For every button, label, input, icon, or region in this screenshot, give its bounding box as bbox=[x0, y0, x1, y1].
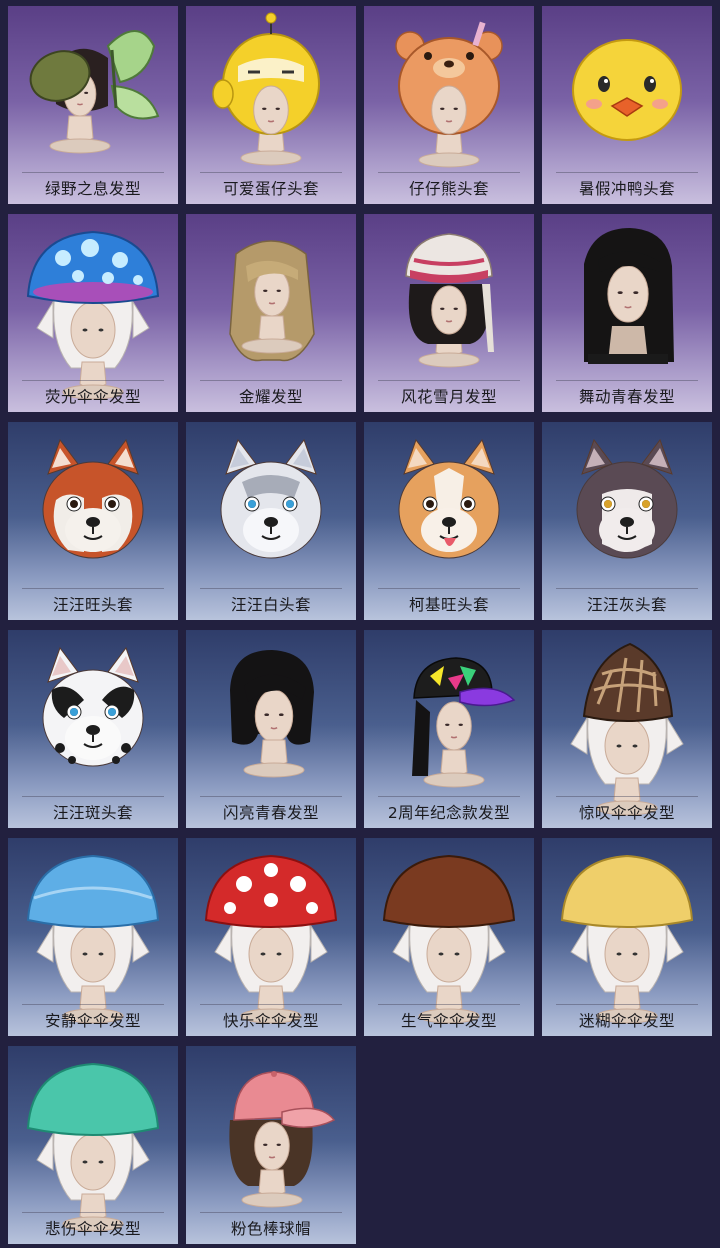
item-name: 可爱蛋仔头套 bbox=[222, 180, 319, 198]
item-card[interactable]: 生气伞伞发型 bbox=[364, 838, 534, 1036]
card-divider bbox=[556, 588, 698, 589]
item-card[interactable]: 金耀发型 bbox=[186, 214, 356, 412]
item-card[interactable]: 暑假冲鸭头套 bbox=[542, 6, 712, 204]
item-card[interactable]: 闪亮青春发型 bbox=[186, 630, 356, 828]
item-name: 荧光伞伞发型 bbox=[44, 388, 141, 406]
glow-mushroom-icon bbox=[26, 230, 160, 400]
item-card[interactable]: 舞动青春发型 bbox=[542, 214, 712, 412]
card-divider bbox=[200, 380, 342, 381]
duck-head-icon bbox=[572, 39, 682, 141]
anniversary-cap-icon bbox=[412, 657, 516, 788]
item-card[interactable]: 悲伤伞伞发型 bbox=[8, 1046, 178, 1244]
yellow-mushroom-icon bbox=[560, 854, 694, 1024]
yellow-egg-hood-icon bbox=[212, 12, 320, 166]
item-name: 安静伞伞发型 bbox=[44, 1012, 141, 1030]
card-divider bbox=[556, 380, 698, 381]
white-husky-head-icon bbox=[220, 438, 322, 559]
item-card[interactable]: 汪汪斑头套 bbox=[8, 630, 178, 828]
item-card[interactable]: 汪汪灰头套 bbox=[542, 422, 712, 620]
card-divider bbox=[378, 796, 520, 797]
item-card[interactable]: 粉色棒球帽 bbox=[186, 1046, 356, 1244]
dalmatian-head-icon bbox=[42, 646, 144, 767]
item-name: 金耀发型 bbox=[238, 388, 303, 406]
card-divider bbox=[22, 1004, 164, 1005]
item-name: 汪汪斑头套 bbox=[52, 804, 133, 822]
card-divider bbox=[556, 1004, 698, 1005]
item-card[interactable]: 迷糊伞伞发型 bbox=[542, 838, 712, 1036]
item-name: 快乐伞伞发型 bbox=[222, 1012, 319, 1030]
item-card[interactable]: 荧光伞伞发型 bbox=[8, 214, 178, 412]
item-card[interactable]: 惊叹伞伞发型 bbox=[542, 630, 712, 828]
item-name: 汪汪白头套 bbox=[230, 596, 311, 614]
card-divider bbox=[556, 796, 698, 797]
card-divider bbox=[22, 380, 164, 381]
item-name: 舞动青春发型 bbox=[578, 388, 675, 406]
item-card[interactable]: 安静伞伞发型 bbox=[8, 838, 178, 1036]
brown-mushroom-icon bbox=[382, 854, 516, 1024]
card-divider bbox=[378, 380, 520, 381]
card-divider bbox=[378, 1004, 520, 1005]
item-card[interactable]: 2周年纪念款发型 bbox=[364, 630, 534, 828]
item-name: 仔仔熊头套 bbox=[408, 180, 489, 198]
card-divider bbox=[22, 796, 164, 797]
butterfly-hair-icon bbox=[29, 30, 160, 154]
golden-long-hair-icon bbox=[229, 240, 315, 362]
card-divider bbox=[378, 172, 520, 173]
item-name: 悲伤伞伞发型 bbox=[44, 1220, 141, 1238]
bear-hood-icon bbox=[395, 21, 503, 168]
card-divider bbox=[22, 172, 164, 173]
item-name: 绿野之息发型 bbox=[44, 180, 141, 198]
item-card[interactable]: 仔仔熊头套 bbox=[364, 6, 534, 204]
item-name: 2周年纪念款发型 bbox=[387, 804, 511, 822]
card-divider bbox=[200, 172, 342, 173]
item-name: 柯基旺头套 bbox=[408, 596, 489, 614]
card-divider bbox=[200, 1212, 342, 1213]
pink-baseball-cap-icon bbox=[229, 1071, 336, 1208]
card-divider bbox=[556, 172, 698, 173]
black-bob-hair-icon bbox=[230, 650, 314, 778]
item-card[interactable]: 汪汪旺头套 bbox=[8, 422, 178, 620]
card-divider bbox=[22, 588, 164, 589]
blue-mushroom-icon bbox=[26, 854, 160, 1024]
item-name: 风花雪月发型 bbox=[400, 388, 497, 406]
item-name: 粉色棒球帽 bbox=[230, 1220, 311, 1238]
corgi-head-icon bbox=[398, 438, 500, 559]
black-long-hair-icon bbox=[584, 228, 674, 364]
card-divider bbox=[200, 588, 342, 589]
gray-husky-head-icon bbox=[576, 438, 678, 559]
card-divider bbox=[200, 796, 342, 797]
item-name: 汪汪灰头套 bbox=[586, 596, 667, 614]
shiba-head-icon bbox=[42, 438, 144, 559]
item-name: 生气伞伞发型 bbox=[400, 1012, 497, 1030]
item-card[interactable]: 可爱蛋仔头套 bbox=[186, 6, 356, 204]
ethnic-headdress-icon bbox=[405, 233, 494, 368]
morel-mushroom-icon bbox=[570, 642, 684, 816]
item-name: 迷糊伞伞发型 bbox=[578, 1012, 675, 1030]
item-name: 汪汪旺头套 bbox=[52, 596, 133, 614]
item-name: 惊叹伞伞发型 bbox=[578, 804, 675, 822]
item-name: 闪亮青春发型 bbox=[222, 804, 319, 822]
item-grid: 绿野之息发型 可爱蛋仔头套 仔仔熊头套 暑假冲鸭头套 荧光伞伞发型 金耀发型 风… bbox=[0, 0, 720, 1248]
red-spotted-mushroom-icon bbox=[204, 854, 338, 1024]
card-divider bbox=[22, 1212, 164, 1213]
item-card[interactable]: 快乐伞伞发型 bbox=[186, 838, 356, 1036]
item-card[interactable]: 柯基旺头套 bbox=[364, 422, 534, 620]
card-divider bbox=[200, 1004, 342, 1005]
item-card[interactable]: 风花雪月发型 bbox=[364, 214, 534, 412]
item-name: 暑假冲鸭头套 bbox=[578, 180, 675, 198]
card-divider bbox=[378, 588, 520, 589]
item-card[interactable]: 绿野之息发型 bbox=[8, 6, 178, 204]
teal-mushroom-icon bbox=[26, 1062, 160, 1232]
item-card[interactable]: 汪汪白头套 bbox=[186, 422, 356, 620]
